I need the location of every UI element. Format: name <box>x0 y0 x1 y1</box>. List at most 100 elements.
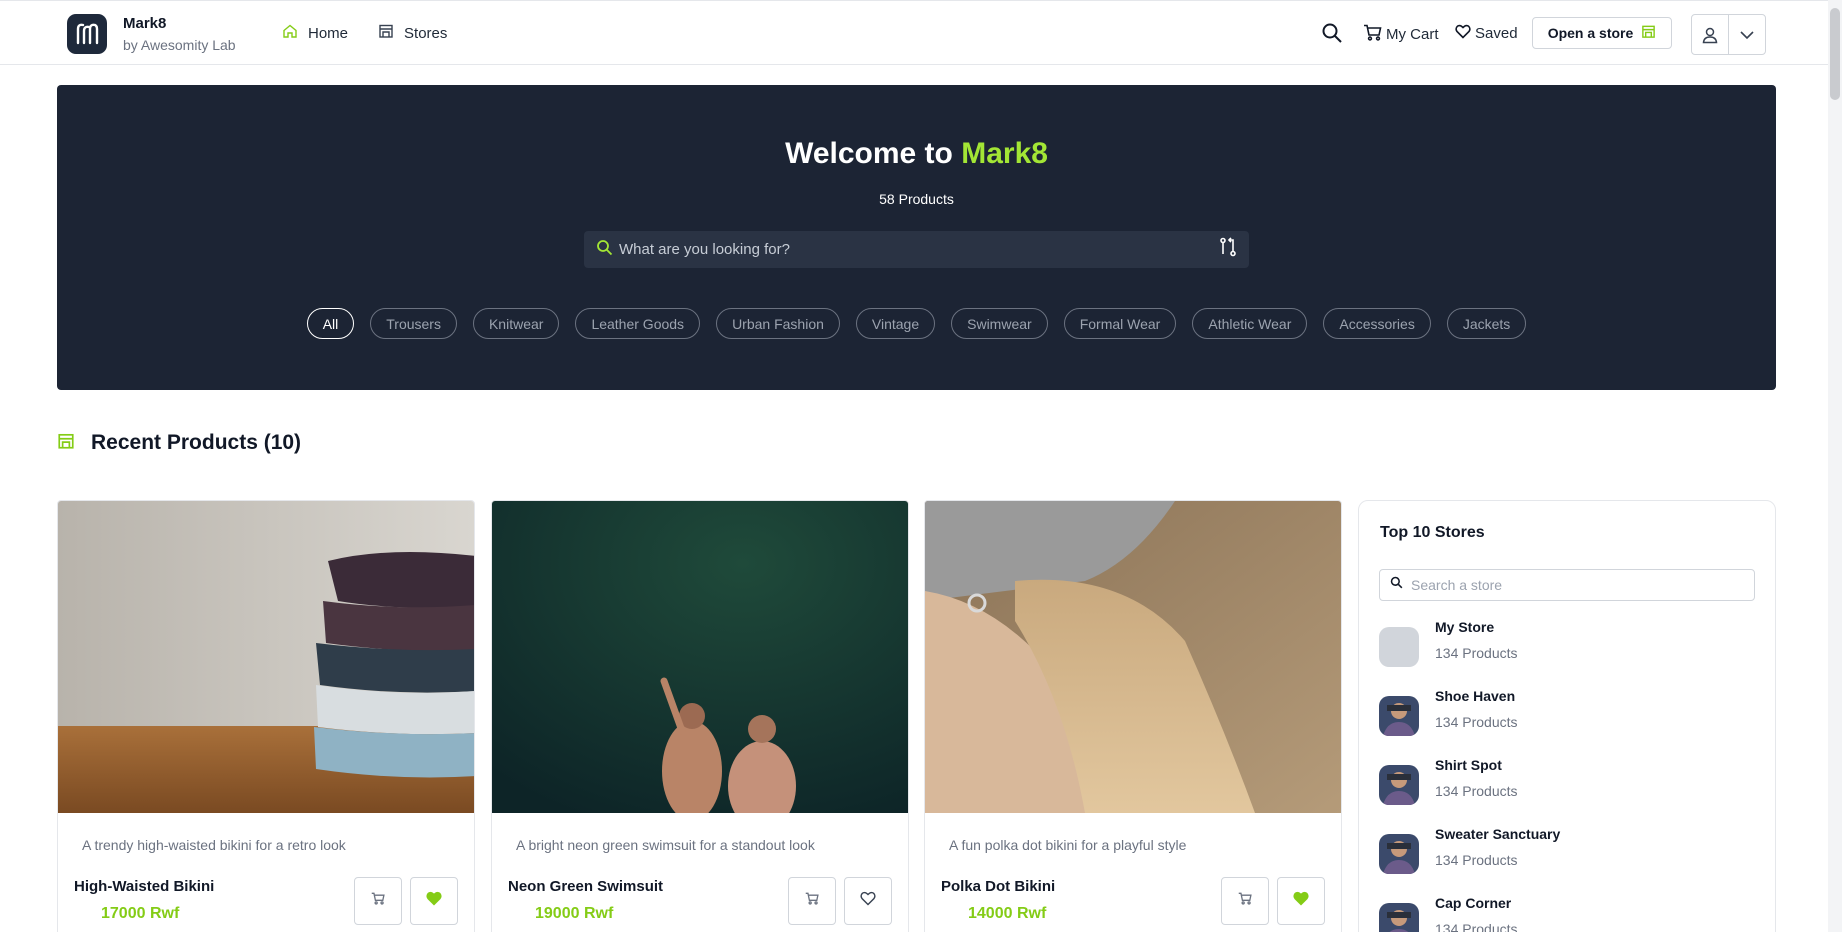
store-search-bar[interactable] <box>1379 569 1755 601</box>
logo-icon[interactable] <box>67 14 107 54</box>
save-button[interactable] <box>410 877 458 925</box>
product-name[interactable]: Neon Green Swimsuit <box>508 878 663 895</box>
product-card[interactable]: A trendy high-waisted bikini for a retro… <box>57 500 475 932</box>
scrollbar[interactable] <box>1828 0 1842 932</box>
store-avatar <box>1379 696 1419 736</box>
store-list-item[interactable]: Shoe Haven 134 Products <box>1379 686 1518 736</box>
brand[interactable]: Mark8 by Awesomity Lab <box>123 15 236 53</box>
open-store-label: Open a store <box>1547 25 1634 41</box>
cart-icon <box>1363 24 1382 45</box>
my-cart-label: My Cart <box>1386 26 1439 43</box>
search-icon <box>1390 576 1403 594</box>
category-chip-swimwear[interactable]: Swimwear <box>951 308 1048 339</box>
top-stores-panel: Top 10 Stores My Store134 ProductsShoe H… <box>1358 500 1776 932</box>
filter-icon[interactable] <box>1219 237 1237 262</box>
category-chip-formal-wear[interactable]: Formal Wear <box>1063 308 1177 339</box>
product-description: A fun polka dot bikini for a playful sty… <box>949 837 1187 853</box>
store-list-item[interactable]: Sweater Sanctuary 134 Products <box>1379 824 1560 874</box>
saved-button[interactable]: Saved <box>1455 24 1518 43</box>
category-chip-trousers[interactable]: Trousers <box>370 308 457 339</box>
user-icon[interactable] <box>1692 15 1728 54</box>
hero-banner: Welcome to Mark8 58 Products All Trousers… <box>57 85 1776 390</box>
store-search-input[interactable] <box>1411 577 1744 593</box>
user-menu[interactable] <box>1691 14 1766 55</box>
product-card[interactable]: A bright neon green swimsuit for a stand… <box>491 500 909 932</box>
brand-subtitle: by Awesomity Lab <box>123 37 236 53</box>
open-store-button[interactable]: Open a store <box>1532 17 1672 49</box>
category-chip-urban-fashion[interactable]: Urban Fashion <box>716 308 840 339</box>
store-name: My Store <box>1435 619 1495 635</box>
cart-icon <box>1238 892 1252 910</box>
store-list-item[interactable]: Cap Corner 134 Products <box>1379 893 1518 932</box>
heart-icon <box>860 891 876 911</box>
store-product-count: 134 Products <box>1435 852 1518 868</box>
product-name[interactable]: Polka Dot Bikini <box>941 878 1055 895</box>
category-chip-accessories[interactable]: Accessories <box>1323 308 1431 339</box>
product-price: 19000 Rwf <box>535 905 614 922</box>
hero-search-input[interactable] <box>619 241 1219 258</box>
store-name: Shoe Haven <box>1435 688 1516 704</box>
nav-stores[interactable]: Stores <box>378 23 447 43</box>
store-icon <box>1641 24 1656 42</box>
product-description: A trendy high-waisted bikini for a retro… <box>82 837 346 853</box>
product-card[interactable]: A fun polka dot bikini for a playful sty… <box>924 500 1342 932</box>
top-header: Mark8 by Awesomity Lab Home Stores My Ca… <box>0 0 1842 65</box>
category-chip-athletic-wear[interactable]: Athletic Wear <box>1192 308 1308 339</box>
add-to-cart-button[interactable] <box>354 877 402 925</box>
nav-stores-label: Stores <box>404 24 448 42</box>
store-product-count: 134 Products <box>1435 645 1518 661</box>
hero-title: Welcome to Mark8 <box>57 137 1776 171</box>
store-avatar <box>1379 903 1419 932</box>
hero-search-bar[interactable] <box>584 231 1249 268</box>
store-list-item[interactable]: My Store 134 Products <box>1379 617 1518 667</box>
category-chip-leather-goods[interactable]: Leather Goods <box>575 308 701 339</box>
product-price: 17000 Rwf <box>101 905 180 922</box>
top-stores-title: Top 10 Stores <box>1380 524 1485 541</box>
search-icon[interactable] <box>1321 22 1343 44</box>
store-name: Sweater Sanctuary <box>1435 826 1561 842</box>
cart-icon <box>371 892 385 910</box>
save-button[interactable] <box>844 877 892 925</box>
store-name: Cap Corner <box>1435 895 1512 911</box>
add-to-cart-button[interactable] <box>788 877 836 925</box>
store-list-item[interactable]: Shirt Spot 134 Products <box>1379 755 1518 805</box>
category-chip-jackets[interactable]: Jackets <box>1446 308 1527 339</box>
store-name: Shirt Spot <box>1435 757 1502 773</box>
main-nav: Home Stores <box>282 23 447 43</box>
product-name[interactable]: High-Waisted Bikini <box>74 878 214 895</box>
category-chip-all[interactable]: All <box>306 308 355 339</box>
category-chip-knitwear[interactable]: Knitwear <box>472 308 560 339</box>
heart-icon <box>1455 24 1471 43</box>
nav-home[interactable]: Home <box>282 23 348 43</box>
saved-label: Saved <box>1475 25 1518 42</box>
store-product-count: 134 Products <box>1435 921 1518 932</box>
nav-home-label: Home <box>308 24 349 42</box>
scrollbar-thumb[interactable] <box>1830 8 1840 100</box>
hero-title-accent: Mark8 <box>961 137 1048 170</box>
store-product-count: 134 Products <box>1435 714 1518 730</box>
home-icon <box>282 23 298 43</box>
chevron-down-icon[interactable] <box>1728 15 1765 54</box>
product-image[interactable] <box>492 501 908 813</box>
category-chips: All Trousers Knitwear Leather Goods Urban Fa… <box>57 308 1776 339</box>
search-icon <box>596 239 613 261</box>
product-price: 14000 Rwf <box>968 905 1047 922</box>
store-product-count: 134 Products <box>1435 783 1518 799</box>
product-description: A bright neon green swimsuit for a stand… <box>516 837 815 853</box>
heart-icon <box>1293 891 1309 911</box>
save-button[interactable] <box>1277 877 1325 925</box>
my-cart-button[interactable]: My Cart <box>1363 24 1439 45</box>
recent-products-heading: Recent Products (10) <box>57 431 301 455</box>
hero-title-prefix: Welcome to <box>785 137 962 170</box>
category-chip-vintage[interactable]: Vintage <box>855 308 936 339</box>
product-image[interactable] <box>925 501 1341 813</box>
page: Mark8 by Awesomity Lab Home Stores My Ca… <box>0 0 1842 932</box>
add-to-cart-button[interactable] <box>1221 877 1269 925</box>
brand-name: Mark8 <box>123 15 167 32</box>
store-avatar <box>1379 765 1419 805</box>
store-icon <box>57 432 75 455</box>
cart-icon <box>805 892 819 910</box>
heart-icon <box>426 891 442 911</box>
product-count: 58 Products <box>879 191 954 207</box>
product-image[interactable] <box>58 501 474 813</box>
